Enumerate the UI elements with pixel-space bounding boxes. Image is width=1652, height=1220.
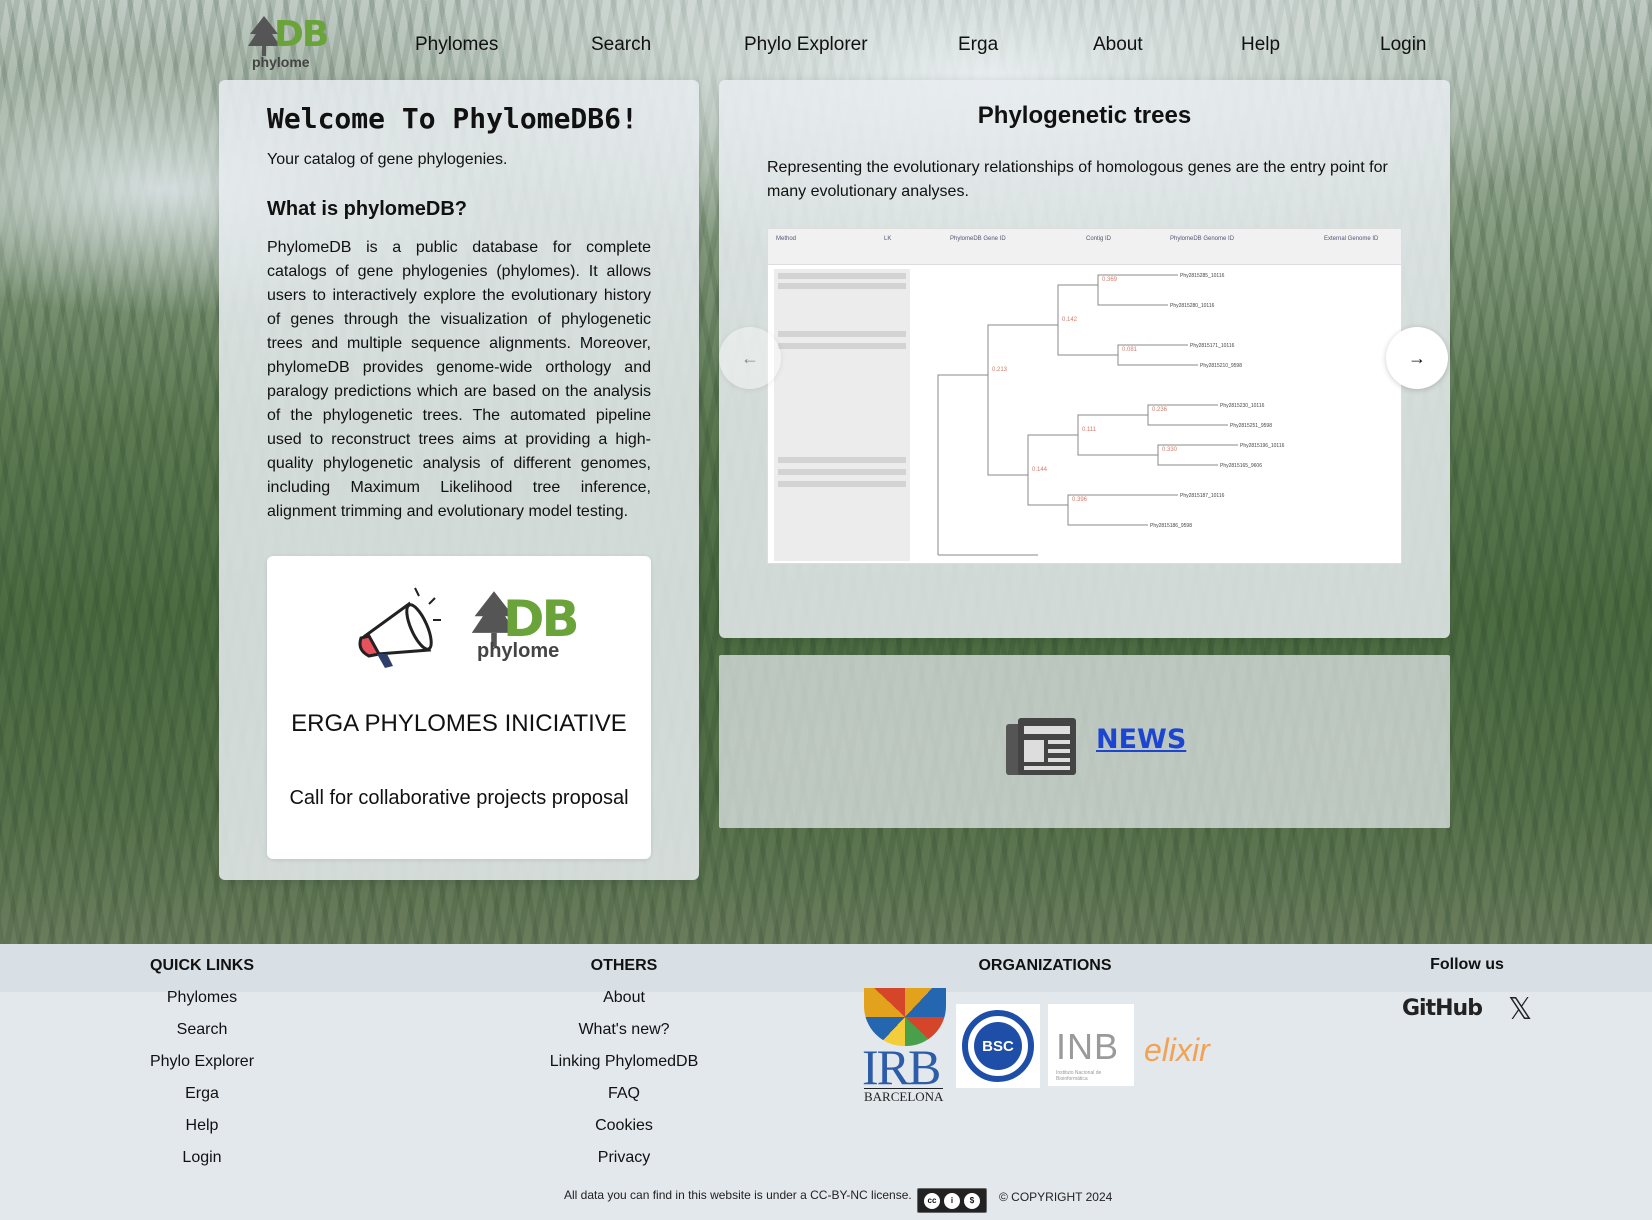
main-nav: Phylomes Search Phylo Explorer Erga Abou… (0, 34, 1652, 64)
what-is-heading: What is phylomeDB? (267, 198, 468, 220)
footer: QUICK LINKS Phylomes Search Phylo Explor… (0, 944, 1652, 1220)
svg-text:Phy2815165_9606: Phy2815165_9606 (1220, 463, 1262, 469)
footer-link-phylo-explorer[interactable]: Phylo Explorer (52, 1052, 352, 1084)
welcome-card: Welcome To PhylomeDB6! Your catalog of g… (219, 80, 699, 880)
svg-text:0.396: 0.396 (1072, 497, 1088, 503)
irb-sub-text: BARCELONA (864, 1088, 944, 1104)
footer-link-login[interactable]: Login (52, 1148, 352, 1180)
bsc-logo[interactable]: BSC (956, 1004, 1040, 1088)
news-link[interactable]: NEWS (1096, 724, 1186, 755)
quick-links-title: QUICK LINKS (150, 957, 254, 974)
others-column: OTHERS About What's new? Linking Phylome… (474, 956, 774, 1180)
organizations-title: ORGANIZATIONS (978, 957, 1112, 974)
carousel-next-button[interactable]: → (1386, 327, 1448, 389)
nc-icon: $ (964, 1192, 980, 1209)
footer-link-faq[interactable]: FAQ (474, 1084, 774, 1116)
footer-link-erga[interactable]: Erga (52, 1084, 352, 1116)
svg-text:0.236: 0.236 (1152, 407, 1168, 413)
footer-link-cookies[interactable]: Cookies (474, 1116, 774, 1148)
arrow-left-icon: ← (741, 347, 759, 368)
nav-phylomes[interactable]: Phylomes (415, 34, 498, 56)
quick-links-column: QUICK LINKS Phylomes Search Phylo Explor… (52, 956, 352, 1180)
footer-link-about[interactable]: About (474, 988, 774, 1020)
inb-text: INB (1056, 1026, 1120, 1067)
cc-by-nc-badge[interactable]: cc i $ (917, 1188, 987, 1213)
svg-text:Phy2815285_10116: Phy2815285_10116 (1180, 273, 1225, 279)
svg-text:Phy2815186_9598: Phy2815186_9598 (1150, 523, 1192, 529)
carousel-prev-button[interactable]: ← (719, 327, 781, 389)
irb-barcelona-logo[interactable]: IRB BARCELONA (862, 988, 948, 1104)
svg-text:0.111: 0.111 (1082, 427, 1097, 433)
svg-text:Phy2815187_10116: Phy2815187_10116 (1180, 493, 1225, 499)
github-icon[interactable]: GitHub (1402, 996, 1483, 1021)
inb-logo[interactable]: INB Instituto Nacional de Bioinformática (1048, 1004, 1134, 1086)
svg-text:0.330: 0.330 (1162, 447, 1178, 453)
bsc-text: BSC (974, 1022, 1022, 1070)
screenshot-sidebar (774, 269, 910, 561)
tree-viewer-screenshot: Method LK PhylomeDB Gene ID Contig ID Phylo… (767, 228, 1402, 564)
by-icon: i (944, 1192, 960, 1209)
license-text: All data you can find in this website is… (564, 1188, 912, 1202)
top-navigation: DB phylome Phylomes Search Phylo Explore… (0, 0, 1652, 80)
phylogenetic-trees-carousel: Phylogenetic trees Representing the evol… (719, 80, 1450, 638)
svg-text:0.142: 0.142 (1062, 317, 1078, 323)
svg-text:0.081: 0.081 (1122, 347, 1138, 353)
nav-help[interactable]: Help (1241, 34, 1280, 56)
erga-title: ERGA PHYLOMES INICIATIVE (291, 710, 627, 737)
svg-text:0.144: 0.144 (1032, 467, 1048, 473)
footer-link-whats-new[interactable]: What's new? (474, 1020, 774, 1052)
svg-text:0.369: 0.369 (1102, 277, 1118, 283)
elixir-text: elixir (1144, 1032, 1210, 1068)
news-card: NEWS (719, 655, 1450, 828)
nav-erga[interactable]: Erga (958, 34, 998, 56)
organization-logos: IRB BARCELONA BSC INB Instituto Nacional… (862, 988, 1232, 1108)
copyright-text: © COPYRIGHT 2024 (999, 1190, 1113, 1204)
svg-text:Phy2815210_9598: Phy2815210_9598 (1200, 363, 1242, 369)
svg-text:0.213: 0.213 (992, 367, 1008, 373)
erga-phylomedb-logo: DB phylome (467, 584, 580, 664)
carousel-title: Phylogenetic trees (977, 102, 1192, 129)
screenshot-header: Method LK PhylomeDB Gene ID Contig ID Phylo… (768, 229, 1401, 265)
erga-logo-sub: phylome (477, 640, 560, 662)
erga-initiative-card[interactable]: DB phylome ERGA PHYLOMES INICIATIVE Call… (267, 556, 651, 859)
nav-about[interactable]: About (1093, 34, 1143, 56)
organizations-column: ORGANIZATIONS (895, 956, 1195, 988)
welcome-paragraph: PhylomeDB is a public database for compl… (267, 239, 651, 520)
cc-icon: cc (924, 1192, 940, 1209)
carousel-description: Representing the evolutionary relationsh… (767, 159, 1388, 200)
megaphone-icon (358, 587, 441, 668)
svg-text:Phy2815230_10116: Phy2815230_10116 (1220, 403, 1265, 409)
svg-text:Phy2815280_10116: Phy2815280_10116 (1170, 303, 1215, 309)
nav-login[interactable]: Login (1380, 34, 1427, 56)
erga-description: Call for collaborative projects proposal (289, 787, 629, 809)
nav-phylo-explorer[interactable]: Phylo Explorer (744, 34, 868, 56)
svg-text:Phy2815251_9598: Phy2815251_9598 (1230, 423, 1272, 429)
nav-search[interactable]: Search (591, 34, 651, 56)
x-icon[interactable]: 𝕏 (1508, 992, 1532, 1027)
arrow-right-icon: → (1408, 347, 1426, 368)
svg-text:Phy2815196_10116: Phy2815196_10116 (1240, 443, 1285, 449)
svg-text:Phy2815171_10116: Phy2815171_10116 (1190, 343, 1235, 349)
welcome-title: Welcome To PhylomeDB6! (267, 102, 638, 135)
welcome-subtitle: Your catalog of gene phylogenies. (267, 151, 508, 168)
footer-link-search[interactable]: Search (52, 1020, 352, 1052)
footer-link-privacy[interactable]: Privacy (474, 1148, 774, 1180)
elixir-logo[interactable]: elixir (1140, 1008, 1232, 1078)
tree-diagram: 0.213 0.142 0.144 0.111 0.369 0.081 0.236 0.3… (937, 273, 1285, 556)
footer-link-phylomes[interactable]: Phylomes (52, 988, 352, 1020)
footer-link-linking[interactable]: Linking PhylomedDB (474, 1052, 774, 1084)
follow-us-title: Follow us (1430, 956, 1504, 973)
others-title: OTHERS (590, 957, 658, 974)
inb-sub-text: Instituto Nacional de Bioinformática (1056, 1070, 1102, 1082)
newspaper-icon (1006, 718, 1076, 775)
footer-link-help[interactable]: Help (52, 1116, 352, 1148)
